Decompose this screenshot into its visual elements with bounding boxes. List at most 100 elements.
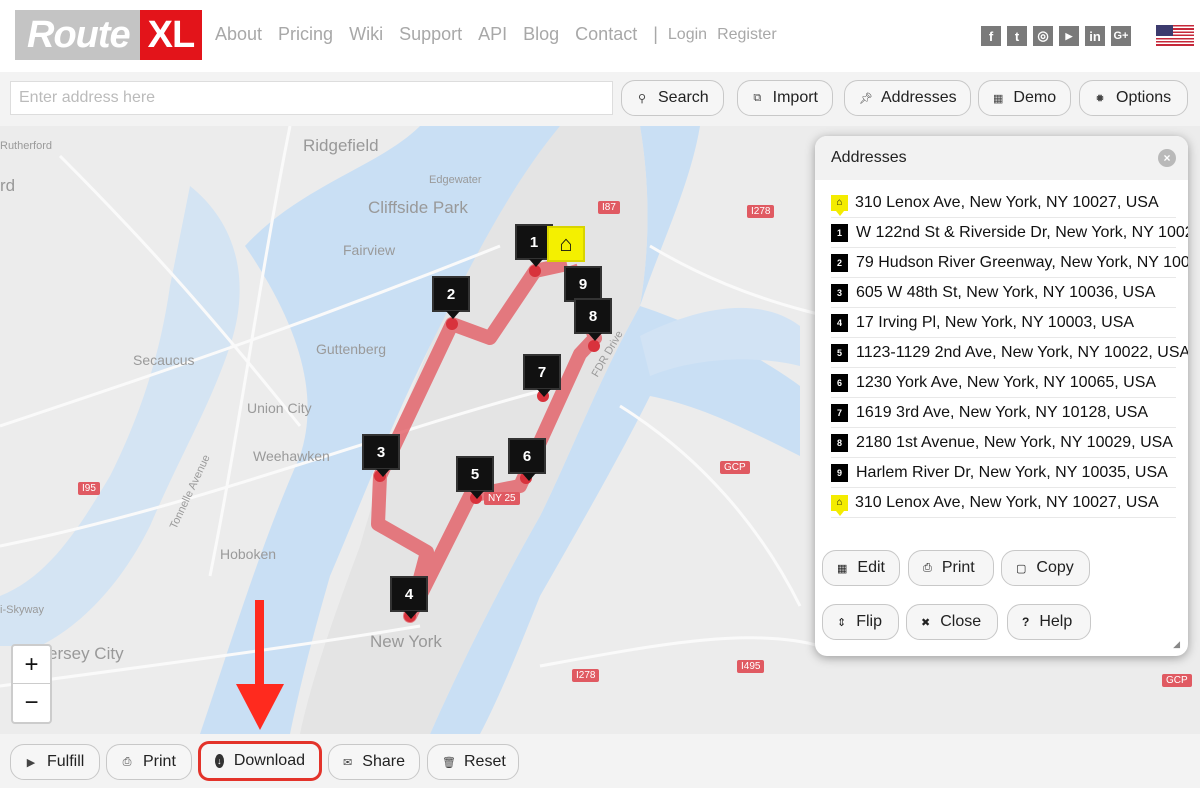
nav-register[interactable]: Register (717, 24, 777, 45)
stop-marker-2[interactable]: 2 (432, 276, 470, 319)
address-row[interactable]: 8 2180 1st Avenue, New York, NY 10029, U… (831, 428, 1176, 458)
address-text: 310 Lenox Ave, New York, NY 10027, USA (855, 493, 1159, 511)
nav-about[interactable]: About (215, 24, 262, 45)
facebook-icon[interactable]: f (981, 26, 1001, 46)
pin-icon: 📌︎ (859, 92, 873, 105)
youtube-icon[interactable]: ▶ (1059, 26, 1079, 46)
nav-api[interactable]: API (478, 24, 507, 45)
resize-handle-icon[interactable]: ◢ (1173, 639, 1180, 650)
stop-marker-6[interactable]: 6 (508, 438, 546, 481)
address-input[interactable] (10, 81, 613, 115)
edit-label: Edit (857, 559, 885, 576)
stop-number-icon: 3 (831, 283, 848, 302)
nav-pricing[interactable]: Pricing (278, 24, 333, 45)
routexl-logo[interactable]: Route XL (15, 10, 203, 60)
highway-shield: I278 (572, 669, 600, 682)
stop-marker-4[interactable]: 4 (390, 576, 428, 619)
twitter-icon[interactable]: t (1007, 26, 1027, 46)
address-row[interactable]: 7 1619 3rd Ave, New York, NY 10128, USA (831, 398, 1176, 428)
us-flag-icon[interactable] (1156, 25, 1194, 46)
address-row[interactable]: 6 1230 York Ave, New York, NY 10065, USA (831, 368, 1176, 398)
panel-close-button[interactable]: ✖ Close (906, 604, 998, 640)
google-plus-icon[interactable]: G+ (1111, 26, 1131, 46)
trash-icon: 🗑︎ (442, 756, 456, 769)
address-row-start[interactable]: ⌂ 310 Lenox Ave, New York, NY 10027, USA (831, 188, 1176, 218)
copy-button[interactable]: ▢ Copy (1001, 550, 1090, 586)
printer-icon: ⎙ (923, 561, 932, 574)
address-row[interactable]: 2 79 Hudson River Greenway, New York, NY… (831, 248, 1188, 278)
search-icon: ⚲ (637, 92, 647, 105)
address-text: 310 Lenox Ave, New York, NY 10027, USA (855, 193, 1159, 211)
address-text: 605 W 48th St, New York, NY 10036, USA (856, 283, 1156, 301)
highway-shield: NY 25 (484, 492, 520, 505)
place-label: Guttenberg (316, 341, 387, 357)
stop-number-icon: 6 (831, 373, 848, 392)
question-icon: ? (1022, 615, 1030, 629)
home-marker-icon[interactable]: ⌂ (547, 226, 585, 262)
demo-label: Demo (1013, 89, 1057, 106)
help-button[interactable]: ? Help (1007, 604, 1091, 640)
zoom-in-button[interactable]: + (13, 646, 50, 684)
highway-shield: I495 (737, 660, 765, 673)
download-button[interactable]: ↓ Download (199, 742, 321, 780)
highway-shield: I87 (598, 201, 620, 214)
place-label: Edgewater (429, 174, 482, 186)
copy-label: Copy (1036, 559, 1074, 576)
logo-xl-text: XL (139, 10, 203, 60)
import-button[interactable]: ⧉ Import (737, 80, 833, 116)
nav-login[interactable]: Login (668, 24, 707, 45)
nav-wiki[interactable]: Wiki (349, 24, 383, 45)
address-text: 79 Hudson River Greenway, New York, NY 1… (856, 253, 1188, 271)
address-text: W 122nd St & Riverside Dr, New York, NY … (856, 223, 1188, 241)
demo-button[interactable]: ▦ Demo (978, 80, 1071, 116)
address-row[interactable]: 1 W 122nd St & Riverside Dr, New York, N… (831, 218, 1188, 248)
fulfill-label: Fulfill (47, 753, 85, 770)
envelope-icon: ✉ (343, 756, 353, 769)
address-row[interactable]: 5 1123-1129 2nd Ave, New York, NY 10022,… (831, 338, 1188, 368)
stop-number-icon: 8 (831, 433, 848, 452)
stop-number-icon: 4 (831, 313, 848, 332)
stop-number-icon: 5 (831, 343, 848, 362)
address-row[interactable]: 4 17 Irving Pl, New York, NY 10003, USA (831, 308, 1176, 338)
nav-contact[interactable]: Contact (575, 24, 637, 45)
instagram-icon[interactable]: ◎ (1033, 26, 1053, 46)
route-stop-8 (588, 340, 600, 352)
share-button[interactable]: ✉ Share (328, 744, 420, 780)
highway-shield: GCP (720, 461, 750, 474)
address-row[interactable]: 3 605 W 48th St, New York, NY 10036, USA (831, 278, 1176, 308)
search-button[interactable]: ⚲ Search (621, 80, 724, 116)
reset-button[interactable]: 🗑︎ Reset (427, 744, 519, 780)
stop-marker-3[interactable]: 3 (362, 434, 400, 477)
search-label: Search (658, 89, 709, 106)
stop-marker-8[interactable]: 8 (574, 298, 612, 341)
place-label: Union City (247, 400, 312, 416)
options-button[interactable]: ✹ Options (1079, 80, 1188, 116)
play-icon: ▶ (26, 756, 36, 769)
x-icon: ✖ (921, 616, 931, 629)
edit-button[interactable]: ▦ Edit (822, 550, 900, 586)
import-icon: ⧉ (753, 91, 762, 104)
address-row-end[interactable]: ⌂ 310 Lenox Ave, New York, NY 10027, USA (831, 488, 1176, 518)
stop-marker-5[interactable]: 5 (456, 456, 494, 499)
print-button[interactable]: ⎙ Print (106, 744, 192, 780)
flip-button[interactable]: ⇕ Flip (822, 604, 899, 640)
place-label: Weehawken (253, 448, 330, 464)
fulfill-button[interactable]: ▶ Fulfill (10, 744, 100, 780)
stop-marker-9[interactable]: 9 (564, 266, 602, 309)
addresses-panel: Addresses × ⌂ 310 Lenox Ave, New York, N… (815, 136, 1188, 656)
place-label: Ridgefield (303, 136, 379, 155)
nav-blog[interactable]: Blog (523, 24, 559, 45)
close-icon[interactable]: × (1158, 149, 1176, 167)
zoom-out-button[interactable]: − (13, 684, 50, 722)
place-label: Secaucus (133, 352, 195, 368)
stop-marker-7[interactable]: 7 (523, 354, 561, 397)
reset-label: Reset (464, 753, 506, 770)
main-nav: About Pricing Wiki Support API Blog Cont… (215, 24, 787, 45)
addresses-label: Addresses (881, 89, 957, 106)
linkedin-icon[interactable]: in (1085, 26, 1105, 46)
import-label: Import (772, 89, 818, 106)
address-row[interactable]: 9 Harlem River Dr, New York, NY 10035, U… (831, 458, 1176, 488)
panel-print-button[interactable]: ⎙ Print (908, 550, 994, 586)
nav-support[interactable]: Support (399, 24, 462, 45)
addresses-button[interactable]: 📌︎ Addresses (844, 80, 971, 116)
